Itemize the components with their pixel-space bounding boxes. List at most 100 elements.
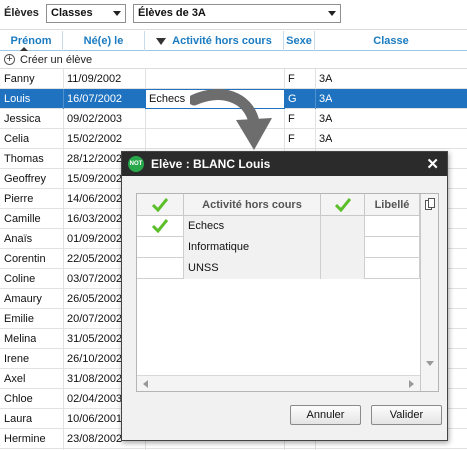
column-header-prenom[interactable]: Prénom (0, 31, 63, 51)
column-divider (63, 109, 64, 129)
check-icon (152, 198, 168, 212)
dialog-title-bar: NOT Elève : BLANC Louis ✕ (122, 152, 447, 176)
cell-date: 22/05/2002 (67, 253, 123, 265)
column-divider (315, 89, 316, 109)
cell-date: 15/02/2002 (67, 133, 123, 145)
activity-libelle-cell (365, 216, 420, 237)
cell-classe: 3A (319, 113, 333, 125)
column-header-activite[interactable]: Activité hors cours (184, 194, 321, 216)
activity-row[interactable]: UNSS (137, 258, 420, 279)
column-divider (63, 309, 64, 329)
cell-date: 20/07/2002 (67, 313, 123, 325)
cell-prenom: Chloe (4, 393, 33, 405)
select-column-header[interactable] (137, 194, 184, 216)
chevron-down-icon (113, 11, 121, 16)
column-header-classe[interactable]: Classe (315, 31, 467, 51)
column-divider (63, 129, 64, 149)
student-dialog: NOT Elève : BLANC Louis ✕ Activité hors … (121, 151, 448, 441)
scroll-arrow-icon[interactable] (409, 380, 414, 388)
close-icon[interactable]: ✕ (426, 155, 439, 173)
column-header-date[interactable]: Né(e) le (63, 31, 145, 51)
column-header-label: Prénom (10, 35, 52, 47)
activity-label: Informatique (184, 237, 321, 258)
cell-prenom: Coline (4, 273, 36, 285)
activity-checkbox[interactable] (137, 237, 184, 258)
column-divider (63, 149, 64, 169)
check-icon (152, 219, 168, 233)
column-divider (63, 209, 64, 229)
cell-classe: 3A (319, 133, 333, 145)
column-divider (63, 169, 64, 189)
column-header-label: Activité hors cours (202, 199, 302, 211)
vertical-scrollbar[interactable] (420, 194, 438, 391)
copy-icon[interactable] (425, 198, 435, 210)
activity-select-cell (321, 258, 365, 279)
cancel-button[interactable]: Annuler (290, 405, 361, 425)
column-header-libelle[interactable]: Libellé (365, 194, 420, 216)
cell-classe: 3A (319, 93, 333, 105)
column-divider (315, 69, 316, 89)
column-divider (63, 229, 64, 249)
cell-prenom: Hermine (4, 433, 46, 445)
group-select[interactable]: Élèves de 3A (133, 4, 341, 23)
cell-date: 14/06/2002 (67, 193, 123, 205)
column-header-activite[interactable]: Activité hors cours (145, 31, 284, 51)
chevron-down-icon (328, 11, 336, 16)
cell-prenom: Jessica (4, 113, 41, 125)
activity-checkbox[interactable] (137, 258, 184, 279)
scope-select[interactable]: Classes (46, 4, 126, 23)
cell-date: 23/08/2002 (67, 433, 123, 445)
check-icon (335, 198, 351, 212)
cell-date: 31/05/2002 (67, 333, 123, 345)
create-student-label: Créer un élève (20, 54, 93, 66)
cell-sexe: F (288, 133, 295, 145)
column-divider (63, 69, 64, 89)
cell-prenom: Celia (4, 133, 30, 145)
activity-row[interactable]: Echecs (137, 216, 420, 237)
cell-sexe: F (288, 113, 295, 125)
scroll-arrow-icon[interactable] (143, 380, 148, 388)
toolbar-label: Élèves (4, 7, 39, 19)
column-divider (63, 369, 64, 389)
column-header-label: Né(e) le (83, 35, 124, 47)
select-column-header[interactable] (321, 194, 365, 216)
filter-triangle-icon[interactable] (156, 38, 167, 45)
cell-prenom: Melina (4, 333, 37, 345)
column-divider (145, 69, 146, 89)
scope-select-value: Classes (51, 7, 93, 19)
cell-prenom: Thomas (4, 153, 44, 165)
column-header-label: Sexe (286, 35, 312, 47)
cell-prenom: Camille (4, 213, 41, 225)
column-divider (63, 329, 64, 349)
cell-date: 11/09/2002 (67, 73, 122, 85)
app-logo-icon: NOT (128, 156, 144, 172)
column-divider (145, 129, 146, 149)
cell-date: 28/12/2002 (67, 153, 123, 165)
confirm-button[interactable]: Valider (371, 405, 442, 425)
cell-date: 09/02/2003 (67, 113, 123, 125)
table-row[interactable]: Fanny 11/09/2002 F 3A (0, 69, 467, 89)
activities-header: Activité hors cours Libellé (137, 194, 420, 216)
horizontal-scrollbar[interactable] (137, 375, 420, 391)
activity-row[interactable]: Informatique (137, 237, 420, 258)
cell-date: 31/08/2002 (67, 373, 123, 385)
column-divider (315, 129, 316, 149)
activity-checkbox[interactable] (137, 216, 184, 237)
cell-prenom: Louis (4, 93, 31, 105)
dialog-title: Elève : BLANC Louis (151, 157, 271, 171)
scroll-arrow-icon[interactable] (426, 361, 434, 366)
activity-label: Echecs (184, 216, 321, 237)
create-student-row[interactable]: + Créer un élève (0, 51, 467, 69)
cell-prenom: Fanny (4, 73, 35, 85)
cell-date: 26/05/2002 (67, 293, 123, 305)
column-divider (63, 89, 64, 109)
group-select-value: Élèves de 3A (138, 7, 206, 19)
column-header-sexe[interactable]: Sexe (284, 31, 315, 51)
toolbar: Élèves Classes Élèves de 3A (0, 0, 467, 30)
activities-list: Activité hors cours Libellé Echecs Inform… (136, 193, 439, 392)
column-divider (145, 109, 146, 129)
cell-date: 01/09/2002 (67, 233, 123, 245)
cell-prenom: Geoffrey (4, 173, 46, 185)
cell-date: 03/07/2002 (67, 273, 123, 285)
column-divider (63, 289, 64, 309)
